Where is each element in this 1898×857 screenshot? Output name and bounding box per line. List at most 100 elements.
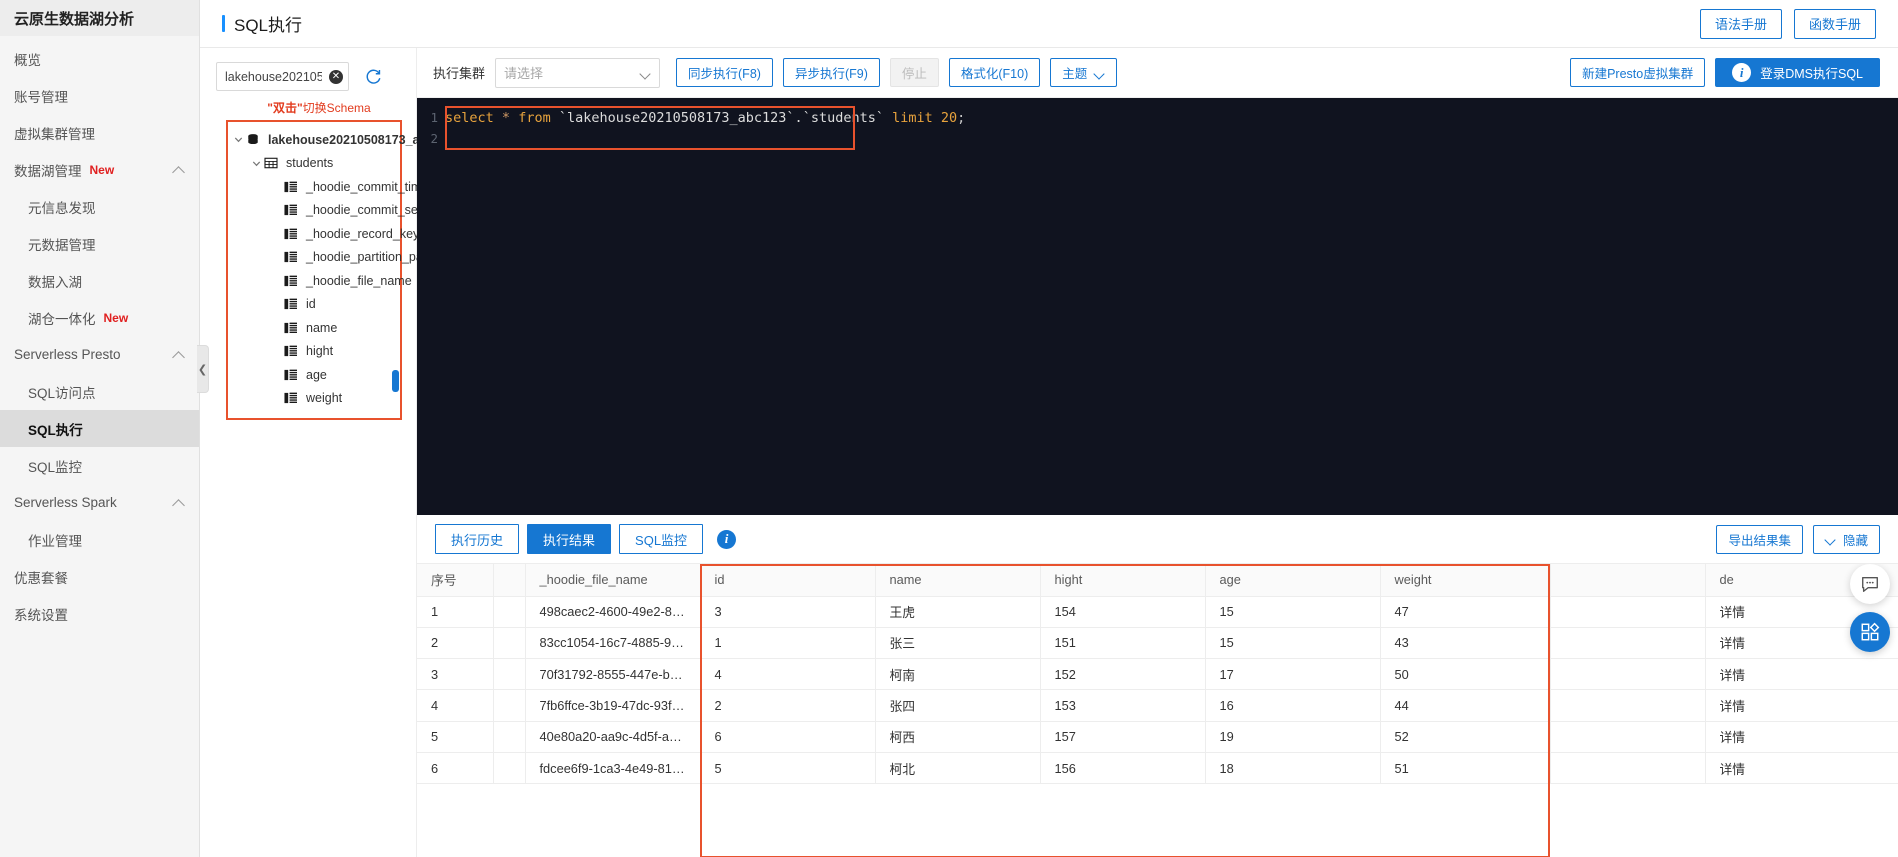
tree-node-10[interactable]: age	[228, 363, 400, 387]
tree-node-4[interactable]: _hoodie_record_key	[228, 222, 419, 246]
chevron-up-icon[interactable]	[173, 497, 185, 509]
tree-node-11[interactable]: weight	[228, 387, 400, 411]
table-header-cell[interactable]: id	[700, 564, 876, 597]
info-icon: i	[1732, 63, 1752, 82]
table-header-cell[interactable]: name	[875, 564, 1041, 597]
login-dms-button[interactable]: i 登录DMS执行SQL	[1715, 58, 1880, 87]
sidebar-item-15[interactable]: 系统设置	[0, 595, 199, 632]
table-header-cell[interactable]	[1550, 564, 1706, 597]
sidebar-item-8[interactable]: Serverless Presto	[0, 336, 199, 373]
hide-result-button[interactable]: 隐藏	[1812, 524, 1880, 554]
main-area: SQL执行 语法手册 函数手册 ✕	[200, 0, 1898, 857]
detail-link[interactable]: 详情	[1705, 689, 1898, 722]
tree-node-3[interactable]: _hoodie_commit_seqno	[228, 199, 439, 223]
detail-link[interactable]: 详情	[1705, 752, 1898, 785]
apps-grid-icon[interactable]	[1850, 612, 1890, 652]
table-cell-file_name: 498caec2-4600-49e2-8fd6-9d...	[525, 596, 701, 628]
sidebar-item-3[interactable]: 数据湖管理 New	[0, 151, 199, 188]
tree-node-6[interactable]: _hoodie_file_name	[228, 269, 412, 293]
sidebar-item-11[interactable]: SQL监控	[0, 447, 199, 484]
table-cell-file_name: 40e80a20-aa9c-4d5f-ae9f-1b...	[525, 721, 701, 753]
detail-link[interactable]: 详情	[1705, 721, 1898, 753]
chevron-down-icon[interactable]	[230, 134, 246, 145]
tree-search-row: ✕	[200, 62, 416, 91]
table-header-cell[interactable]	[493, 564, 526, 597]
new-presto-cluster-button[interactable]: 新建Presto虚拟集群	[1570, 58, 1706, 87]
editor-line: 2	[417, 128, 1898, 149]
cluster-select[interactable]: 请选择	[495, 57, 661, 88]
tab-execution-history[interactable]: 执行历史	[435, 524, 520, 554]
sidebar-item-0[interactable]: 概览	[0, 40, 199, 77]
sidebar-item-label: SQL监控	[28, 459, 83, 475]
sidebar-item-10[interactable]: SQL执行	[0, 410, 199, 447]
tree-node-8[interactable]: name	[228, 316, 400, 340]
tab-sql-monitor[interactable]: SQL监控	[619, 524, 704, 554]
sidebar-item-label: 账号管理	[14, 89, 68, 105]
sidebar-item-6[interactable]: 数据入湖	[0, 262, 199, 299]
schema-tree: lakehouse20210508173_abc123 students _hood…	[228, 128, 455, 411]
tree-node-7[interactable]: id	[228, 293, 400, 317]
chat-bubble-icon[interactable]	[1850, 564, 1890, 604]
table-cell-gap	[1550, 752, 1706, 785]
sidebar-item-12[interactable]: Serverless Spark	[0, 484, 199, 521]
tree-node-2[interactable]: _hoodie_commit_time	[228, 175, 428, 199]
sql-editor[interactable]: 1 select * from `lakehouse20210508173_ab…	[417, 98, 1898, 515]
table-cell-weight: 50	[1380, 658, 1551, 691]
table-header-cell[interactable]: weight	[1380, 564, 1551, 597]
table-header-cell[interactable]: hight	[1040, 564, 1206, 597]
tree-node-0[interactable]: lakehouse20210508173_abc123	[228, 128, 455, 152]
sidebar-collapse-handle[interactable]: ❮	[197, 345, 209, 393]
chevron-up-icon[interactable]	[173, 164, 185, 176]
sidebar-item-1[interactable]: 账号管理	[0, 77, 199, 114]
function-manual-button[interactable]: 函数手册	[1793, 8, 1876, 39]
syntax-manual-button[interactable]: 语法手册	[1699, 8, 1782, 39]
format-button[interactable]: 格式化(F10)	[948, 58, 1041, 87]
info-icon[interactable]: i	[717, 529, 737, 549]
sidebar-item-label: 元信息发现	[28, 200, 96, 216]
table-header-cell[interactable]: age	[1205, 564, 1381, 597]
sidebar-item-2[interactable]: 虚拟集群管理	[0, 114, 199, 151]
sidebar-item-7[interactable]: 湖仓一体化 New	[0, 299, 199, 336]
table-cell-gap	[1550, 627, 1706, 660]
chevron-down-icon[interactable]	[248, 158, 264, 169]
sidebar-item-label: 优惠套餐	[14, 570, 68, 586]
tree-scrollbar[interactable]	[392, 370, 399, 392]
chevron-up-icon[interactable]	[173, 349, 185, 361]
table-cell-weight: 51	[1380, 752, 1551, 785]
detail-link[interactable]: 详情	[1705, 658, 1898, 691]
result-table: 序号 _hoodie_file_name id name hight age weight d…	[417, 564, 1898, 785]
sidebar-item-label: 系统设置	[14, 607, 68, 623]
table-header-cell[interactable]: _hoodie_file_name	[525, 564, 701, 597]
refresh-icon[interactable]	[363, 67, 383, 87]
sidebar-item-label: SQL访问点	[28, 385, 96, 401]
column-icon	[284, 250, 300, 264]
table-cell-blank	[493, 627, 526, 660]
column-icon	[284, 321, 300, 335]
table-cell-seq: 5	[417, 721, 494, 753]
sidebar-item-14[interactable]: 优惠套餐	[0, 558, 199, 595]
theme-button[interactable]: 主题	[1050, 58, 1118, 87]
table-cell-id: 3	[700, 596, 876, 628]
table-header-cell[interactable]: 序号	[417, 564, 494, 597]
tree-node-1[interactable]: students	[228, 152, 400, 176]
sync-execute-button[interactable]: 同步执行(F8)	[676, 58, 773, 87]
tree-node-5[interactable]: _hoodie_partition_path	[228, 246, 433, 270]
tab-execution-result[interactable]: 执行结果	[527, 524, 612, 554]
table-cell-weight: 44	[1380, 689, 1551, 722]
tree-node-label: weight	[306, 391, 343, 406]
table-cell-gap	[1550, 689, 1706, 722]
result-tabs: 执行历史 执行结果 SQL监控 i 导出结果集 隐藏	[417, 515, 1898, 563]
sql-kw-select: select	[445, 109, 494, 126]
table-cell-blank	[493, 658, 526, 691]
sidebar-item-4[interactable]: 元信息发现	[0, 188, 199, 225]
tree-node-label: age	[306, 367, 327, 382]
async-execute-button[interactable]: 异步执行(F9)	[782, 58, 880, 87]
sidebar-item-9[interactable]: SQL访问点	[0, 373, 199, 410]
tree-node-9[interactable]: hight	[228, 340, 400, 364]
export-result-button[interactable]: 导出结果集	[1716, 524, 1803, 554]
sidebar-item-5[interactable]: 元数据管理	[0, 225, 199, 262]
table-cell-hight: 152	[1040, 658, 1206, 691]
table-cell-name: 张三	[875, 627, 1041, 660]
sidebar-item-13[interactable]: 作业管理	[0, 521, 199, 558]
clear-search-icon[interactable]: ✕	[329, 69, 343, 84]
